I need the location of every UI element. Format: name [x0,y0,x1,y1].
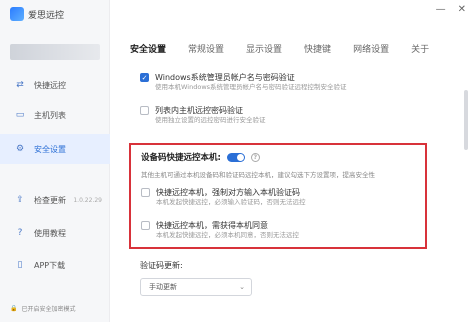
checkbox-force-verify-code[interactable] [141,188,150,197]
option-windows-auth[interactable]: ✓ Windows系统管理员帐户名与密码验证 使用本机Windows系统管理员帐… [140,72,347,92]
shield-gear-icon: ⚙ [15,144,25,154]
lock-icon: 🔒 [10,305,18,312]
app-window: 爱思远控 ⇄ 快捷远控 ▭ 主机列表 ⚙ 安全设置 ⇪ 检查更新 1.0.22.… [0,0,474,322]
host-list-icon: ▭ [15,110,25,120]
sidebar-item-security[interactable]: ⚙ 安全设置 [0,134,110,164]
tab-display[interactable]: 显示设置 [246,42,282,61]
checkbox-host-password[interactable] [140,106,149,115]
scrollbar[interactable] [464,90,468,150]
section-title: 设备码快捷远控本机: [141,153,221,163]
sidebar-item-quick-remote[interactable]: ⇄ 快捷远控 [0,70,110,100]
app-logo: 爱思远控 [10,7,64,21]
app-name: 爱思远控 [28,10,65,21]
user-account[interactable] [10,44,100,60]
tutorial-icon: ? [17,228,23,238]
verification-update-select[interactable]: 手动更新 ⌄ [140,278,252,296]
option-host-password[interactable]: 列表内主机远控密码验证 使用独立设置的远控密码进行安全验证 [140,105,266,125]
sidebar-item-host-list[interactable]: ▭ 主机列表 [0,100,110,130]
checkbox-windows-auth[interactable]: ✓ [140,73,149,82]
option-require-consent[interactable]: 快捷远控本机，需获得本机同意 本机发起快捷远控，必须本机同意，否则无法远控 [141,220,299,240]
checkbox-require-consent[interactable] [141,221,150,230]
chevron-down-icon: ⌄ [239,283,245,291]
sidebar-item-app-download[interactable]: ▯ APP下载 [0,250,110,280]
tab-general[interactable]: 常规设置 [188,42,224,61]
logo-icon [10,7,24,21]
update-icon: ⇪ [16,195,24,205]
verification-update-label: 验证码更新: [140,261,183,270]
device-code-section: 设备码快捷远控本机: ? 其他主机可通过本机设备码和验证码远控本机，建议勾选下方… [129,143,427,249]
sidebar: 爱思远控 ⇄ 快捷远控 ▭ 主机列表 ⚙ 安全设置 ⇪ 检查更新 1.0.22.… [0,0,110,322]
tab-security[interactable]: 安全设置 [130,42,166,61]
sidebar-item-tutorial[interactable]: ? 使用教程 [0,218,110,248]
settings-tabs: 安全设置 常规设置 显示设置 快捷键 网络设置 关于 [130,42,451,61]
version-badge: 1.0.22.29 [73,196,102,204]
help-icon[interactable]: ? [250,152,260,162]
option-force-verify-code[interactable]: 快捷远控本机，强制对方输入本机验证码 本机发起快捷远控，必须输入验证码，否则无法… [141,187,306,207]
tab-network[interactable]: 网络设置 [353,42,389,61]
device-code-toggle[interactable] [226,152,245,162]
section-description: 其他主机可通过本机设备码和验证码远控本机，建议勾选下方设置项，提高安全性 [141,171,375,179]
tab-about[interactable]: 关于 [411,42,429,61]
encryption-status: 🔒 已开启安全加密模式 [10,305,76,313]
remote-icon: ⇄ [16,80,24,90]
title-bar: — ✕ [110,0,474,22]
tab-shortcuts[interactable]: 快捷键 [304,42,331,61]
minimize-button[interactable]: — [436,4,446,15]
close-button[interactable]: ✕ [458,4,466,15]
download-icon: ▯ [17,260,23,270]
sidebar-item-check-update[interactable]: ⇪ 检查更新 1.0.22.29 [0,185,110,215]
